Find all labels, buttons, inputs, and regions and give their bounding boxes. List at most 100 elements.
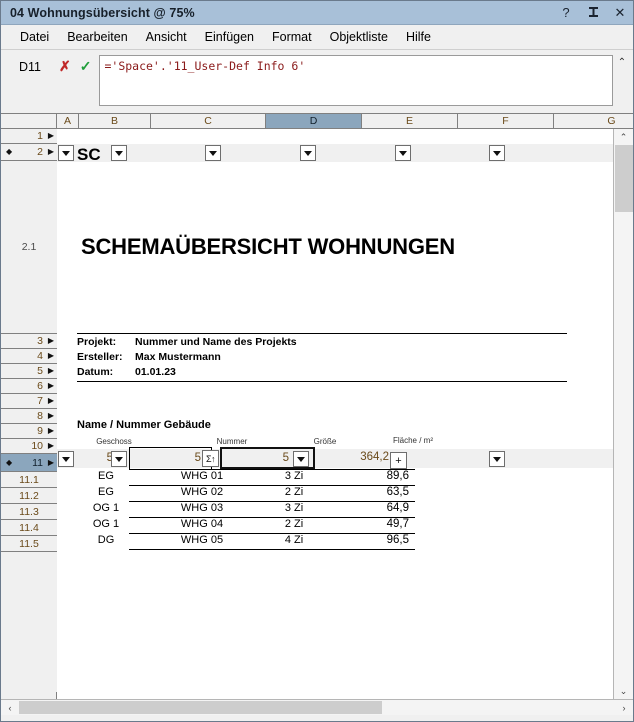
menu-item-bearbeiten[interactable]: Bearbeiten	[58, 28, 136, 46]
row-geschoss: EG	[98, 470, 114, 482]
help-icon[interactable]: ?	[559, 5, 573, 21]
meta-label-datum: Datum:	[77, 366, 114, 378]
column-header-f[interactable]: F	[458, 114, 554, 129]
scroll-right-icon[interactable]: ›	[616, 700, 632, 715]
chevron-up-icon[interactable]: ⌃	[615, 55, 629, 69]
dropdown-row11-a[interactable]	[58, 451, 74, 467]
sheet-canvas[interactable]: SC SCHEMAÜBERSICHT WOHNUNGEN Projekt: Nu…	[57, 129, 613, 699]
row-expand-icon[interactable]: ▶	[48, 427, 54, 435]
row-geschoss: OG 1	[92, 518, 120, 530]
scroll-down-icon[interactable]: ⌄	[614, 683, 633, 699]
vertical-scrollbar[interactable]: ⌃ ⌄	[613, 129, 633, 699]
row-header-6[interactable]: 6 ▶	[1, 379, 57, 394]
select-all-corner[interactable]	[1, 114, 57, 129]
horizontal-scrollbar[interactable]: ‹ ›	[1, 699, 633, 715]
dropdown-row2-f[interactable]	[489, 145, 505, 161]
close-icon[interactable]: ✕	[613, 5, 627, 21]
row-header-label: 11.1	[19, 473, 39, 486]
cancel-icon[interactable]: ✗	[59, 59, 71, 73]
row-expand-icon[interactable]: ▶	[48, 367, 54, 375]
column-header-b[interactable]: B	[79, 114, 151, 129]
row-expand-icon[interactable]: ▶	[48, 442, 54, 450]
dropdown-row11-g[interactable]	[489, 451, 505, 467]
row-header-column: 1 ▶ ◆ 2 ▶ 2.1 3 ▶ 4 ▶ 5 ▶ 6 ▶ 7 ▶ 8 ▶ 9 …	[1, 129, 57, 699]
row-header-11-3[interactable]: 11.3	[1, 504, 57, 520]
pin-icon[interactable]	[586, 5, 600, 21]
add-button[interactable]: +	[390, 452, 407, 469]
menu-item-datei[interactable]: Datei	[11, 28, 58, 46]
column-header-g[interactable]: G	[554, 114, 633, 129]
row-header-label: 4	[37, 350, 43, 362]
summary-nummer-value: 5	[194, 452, 201, 464]
row-header-11[interactable]: ◆ 11 ▶	[1, 454, 57, 472]
dropdown-row2-e[interactable]	[395, 145, 411, 161]
scroll-up-icon[interactable]: ⌃	[614, 129, 633, 145]
row-header-label: 10	[31, 440, 43, 452]
menu-item-einfuegen[interactable]: Einfügen	[196, 28, 263, 46]
row-header-11-1[interactable]: 11.1	[1, 472, 57, 488]
row-expand-icon[interactable]: ▶	[48, 458, 54, 467]
sheet-row-2[interactable]	[57, 144, 613, 162]
row-groesse: 4 Zi	[284, 534, 304, 546]
menu-item-hilfe[interactable]: Hilfe	[397, 28, 440, 46]
sum-icon: Σ↑	[205, 453, 216, 464]
dropdown-row11-d[interactable]	[293, 451, 309, 467]
sc-label: SC	[77, 145, 101, 164]
table-row-rule-5	[129, 549, 415, 550]
formula-input[interactable]: ='Space'.'11_User-Def Info 6'	[99, 55, 613, 106]
row-header-1[interactable]: 1 ▶	[1, 129, 57, 144]
formula-actions: ✗ ✓	[59, 55, 99, 73]
row-expand-icon[interactable]: ▶	[48, 352, 54, 360]
row-header-11-5[interactable]: 11.5	[1, 536, 57, 552]
row-header-3[interactable]: 3 ▶	[1, 334, 57, 349]
row-expand-icon[interactable]: ▶	[48, 397, 54, 405]
dropdown-row2-c[interactable]	[205, 145, 221, 161]
meta-value-ersteller: Max Mustermann	[135, 351, 221, 363]
row-header-empty-area[interactable]	[1, 552, 57, 692]
row-header-2[interactable]: ◆ 2 ▶	[1, 144, 57, 161]
row-marker-icon: ◆	[6, 457, 13, 467]
dropdown-row2-b[interactable]	[111, 145, 127, 161]
column-header-row: A B C D E F G	[1, 114, 633, 129]
formula-bar: D11 ✗ ✓ ='Space'.'11_User-Def Info 6' ⌃	[1, 50, 633, 113]
row-header-11-4[interactable]: 11.4	[1, 520, 57, 536]
column-header-c[interactable]: C	[151, 114, 266, 129]
row-header-2-1[interactable]: 2.1	[1, 161, 57, 334]
row-groesse: 2 Zi	[284, 486, 304, 498]
row-header-5[interactable]: 5 ▶	[1, 364, 57, 379]
dropdown-row2-d[interactable]	[300, 145, 316, 161]
horizontal-scroll-thumb[interactable]	[19, 701, 382, 714]
row-header-8[interactable]: 8 ▶	[1, 409, 57, 424]
row-header-4[interactable]: 4 ▶	[1, 349, 57, 364]
row-header-11-2[interactable]: 11.2	[1, 488, 57, 504]
cell-reference-box[interactable]: D11	[1, 55, 59, 74]
row-expand-icon[interactable]: ▶	[48, 148, 54, 156]
vertical-scroll-thumb[interactable]	[615, 145, 633, 212]
row-header-label: 5	[37, 365, 43, 377]
application-window: 04 Wohnungsübersicht @ 75% ? ✕ Datei Bea…	[0, 0, 634, 722]
menu-item-objektliste[interactable]: Objektliste	[321, 28, 397, 46]
column-header-a[interactable]: A	[57, 114, 79, 129]
dropdown-row11-b[interactable]	[111, 451, 127, 467]
column-header-e[interactable]: E	[362, 114, 458, 129]
row-expand-icon[interactable]: ▶	[48, 382, 54, 390]
table-header-nummer: Nummer	[216, 437, 248, 446]
menu-item-format[interactable]: Format	[263, 28, 321, 46]
pin-glyph	[588, 7, 598, 17]
window-controls: ? ✕	[559, 1, 627, 24]
menu-item-ansicht[interactable]: Ansicht	[137, 28, 196, 46]
row-expand-icon[interactable]: ▶	[48, 337, 54, 345]
row-geschoss: DG	[97, 534, 115, 546]
row-header-9[interactable]: 9 ▶	[1, 424, 57, 439]
row-header-7[interactable]: 7 ▶	[1, 394, 57, 409]
row-expand-icon[interactable]: ▶	[48, 412, 54, 420]
sum-button[interactable]: Σ↑	[202, 450, 219, 467]
meta-label-projekt: Projekt:	[77, 336, 117, 348]
column-header-d[interactable]: D	[266, 114, 362, 129]
row-header-10[interactable]: 10 ▶	[1, 439, 57, 454]
dropdown-row2-a[interactable]	[58, 145, 74, 161]
scroll-left-icon[interactable]: ‹	[2, 700, 18, 715]
row-expand-icon[interactable]: ▶	[48, 132, 54, 140]
row-geschoss: OG 1	[92, 502, 120, 514]
accept-icon[interactable]: ✓	[80, 59, 92, 73]
